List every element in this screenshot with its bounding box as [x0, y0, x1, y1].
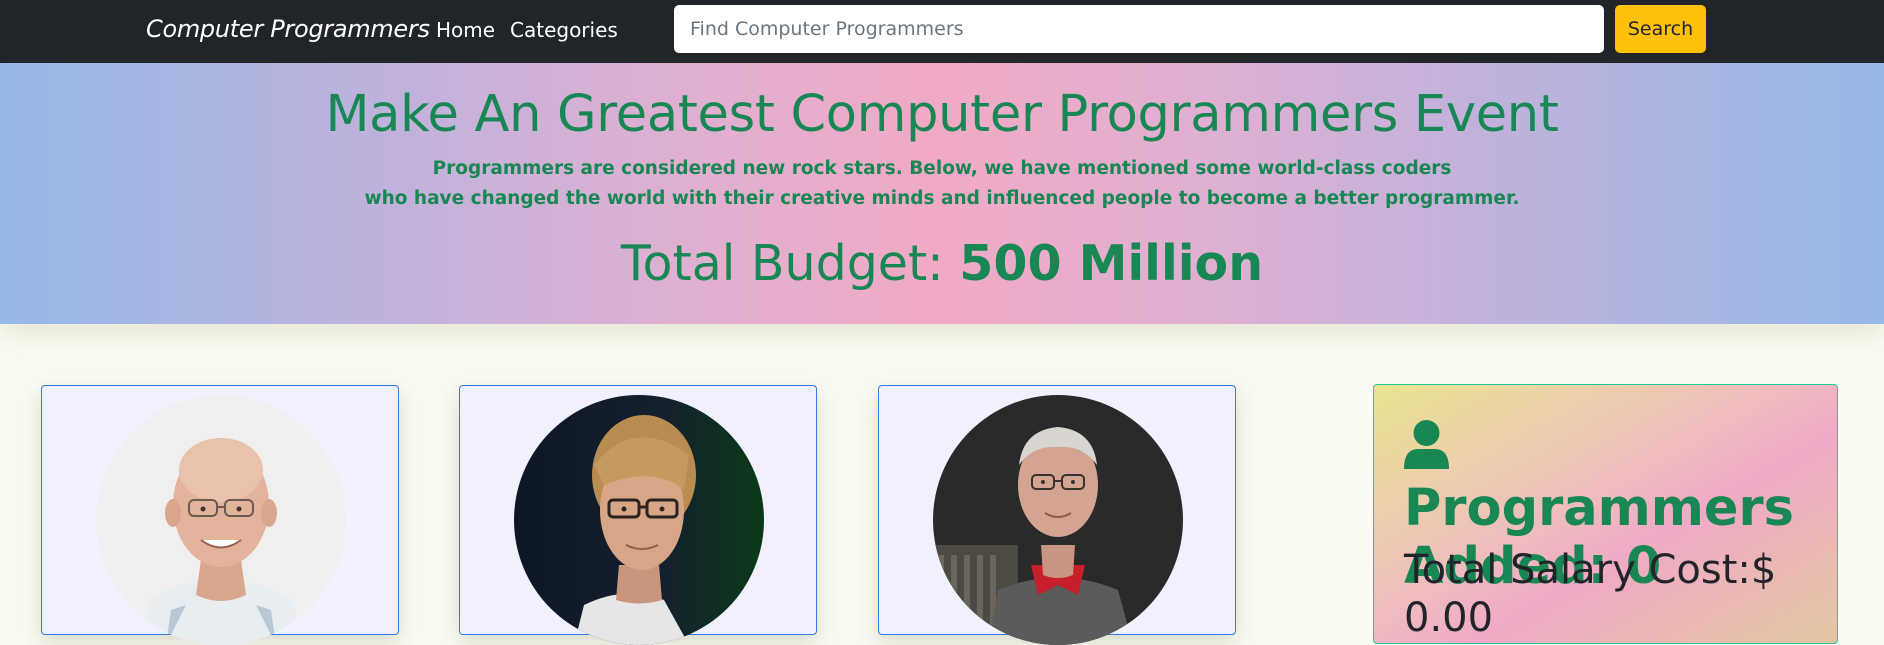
hero-title: Make An Greatest Computer Programmers Ev… [325, 85, 1559, 144]
programmer-photo-2 [514, 395, 764, 645]
budget-value: 500 Million [959, 235, 1264, 292]
programmer-card [878, 385, 1236, 645]
salary-label: Total Salary Cost:$ [1404, 547, 1777, 593]
programmer-photo-3 [933, 395, 1183, 645]
nav-link-home[interactable]: Home [436, 18, 495, 42]
total-budget: Total Budget: 500 Million [0, 235, 1884, 292]
programmer-card [41, 385, 399, 645]
nav-link-categories[interactable]: Categories [510, 18, 618, 42]
budget-label: Total Budget: [620, 235, 960, 292]
brand-logo-link[interactable]: Computer Programmers [146, 15, 430, 43]
programmer-photo-1 [96, 395, 346, 645]
search-input[interactable] [674, 5, 1604, 53]
total-salary-cost: Total Salary Cost:$ 0.00 [1404, 546, 1824, 642]
programmer-card [459, 385, 817, 645]
user-icon [1404, 419, 1449, 471]
hero-description-line-1: Programmers are considered new rock star… [432, 158, 1452, 179]
top-navbar: Computer Programmers Home Categories Sea… [0, 0, 1884, 63]
salary-value: 0.00 [1404, 595, 1494, 641]
hero-banner: Make An Greatest Computer Programmers Ev… [0, 63, 1884, 324]
search-button[interactable]: Search [1615, 5, 1706, 53]
selection-summary-panel: Programmers Added: 0 Total Salary Cost:$… [1373, 384, 1838, 644]
hero-description-line-2: who have changed the world with their cr… [364, 188, 1520, 209]
